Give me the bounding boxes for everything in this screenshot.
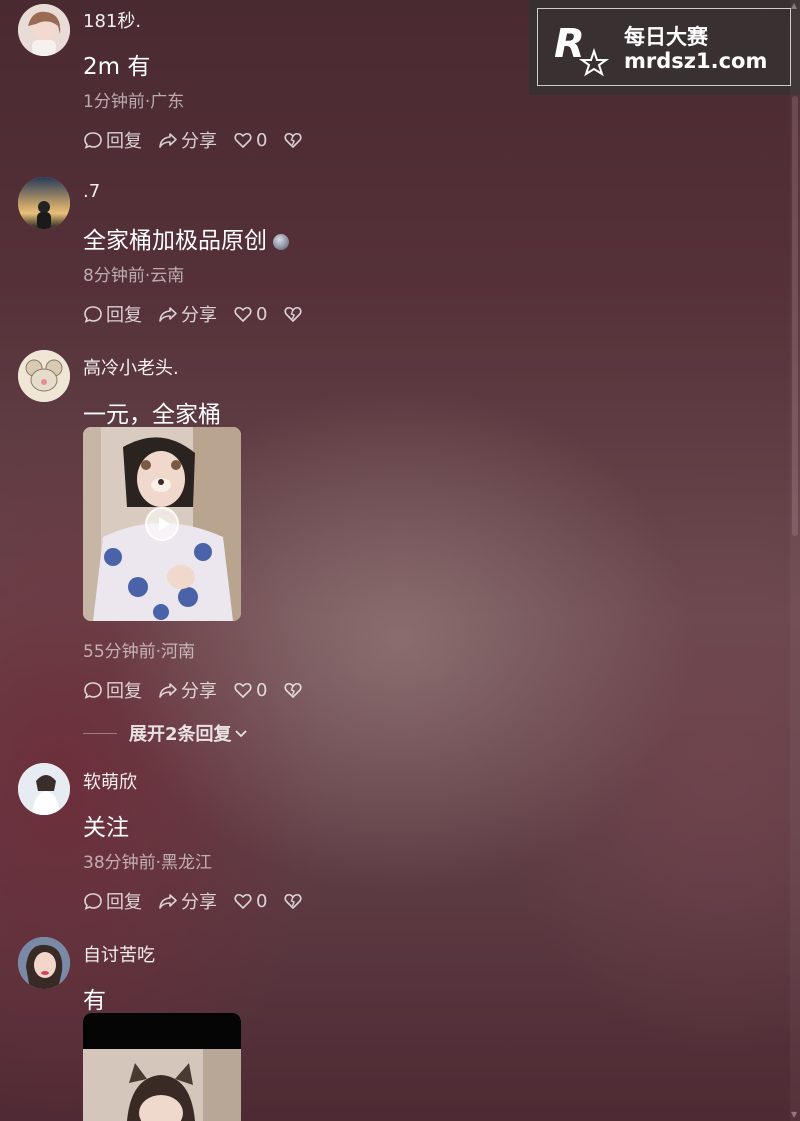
comment-actions: 回复 分享 0	[83, 677, 303, 703]
like-button[interactable]: 0	[233, 891, 267, 912]
svg-text:R: R	[554, 21, 585, 67]
share-arrow-icon	[159, 133, 177, 148]
comment-actions: 回复 分享 0	[83, 888, 303, 914]
avatar[interactable]	[18, 937, 70, 989]
like-button[interactable]: 0	[233, 680, 267, 701]
comment-text-value: 全家桶加极品原创	[83, 228, 267, 254]
comment-meta: 38分钟前·黑龙江	[83, 853, 213, 873]
broken-heart-icon	[284, 306, 303, 322]
broken-heart-icon	[284, 682, 303, 698]
reply-button[interactable]: 回复	[83, 888, 142, 914]
like-count: 0	[256, 679, 268, 701]
chat-bubble-icon	[84, 893, 102, 910]
comment-meta: 55分钟前·河南	[83, 642, 196, 662]
username[interactable]: .7	[83, 181, 100, 202]
video-thumbnail[interactable]	[83, 427, 241, 621]
share-arrow-icon	[159, 894, 177, 909]
divider-line	[83, 732, 117, 734]
broken-heart-icon	[284, 893, 303, 909]
avatar-girl-selfie-icon	[18, 937, 70, 989]
comment-text: 有	[83, 988, 106, 1014]
share-label: 分享	[181, 131, 217, 152]
share-label: 分享	[181, 681, 217, 702]
watermark-overlay: R 每日大赛 mrdsz1.com	[529, 0, 800, 95]
reply-button[interactable]: 回复	[83, 301, 142, 327]
reply-label: 回复	[106, 131, 142, 152]
avatar[interactable]	[18, 4, 70, 56]
share-label: 分享	[181, 892, 217, 913]
expand-replies-label: 展开2条回复	[129, 724, 232, 745]
share-button[interactable]: 分享	[158, 127, 217, 153]
scrollbar[interactable]: ▲ ▼	[790, 0, 800, 1121]
reply-button[interactable]: 回复	[83, 677, 142, 703]
reply-label: 回复	[106, 681, 142, 702]
share-button[interactable]: 分享	[158, 301, 217, 327]
chat-bubble-icon	[84, 306, 102, 323]
like-count: 0	[256, 303, 268, 325]
username[interactable]: 软萌欣	[83, 768, 137, 794]
watermark-domain: mrdsz1.com	[624, 49, 768, 73]
comment-meta: 1分钟前·广东	[83, 92, 185, 112]
share-arrow-icon	[159, 307, 177, 322]
scrollbar-thumb[interactable]	[792, 96, 798, 536]
avatar[interactable]	[18, 763, 70, 815]
heart-icon	[234, 893, 252, 909]
username[interactable]: 自讨苦吃	[83, 941, 155, 967]
like-count: 0	[256, 129, 268, 151]
expand-replies-button[interactable]: 展开2条回复	[83, 720, 248, 746]
username[interactable]: 高冷小老头.	[83, 354, 179, 380]
heart-icon	[234, 682, 252, 698]
comment-actions: 回复 分享 0	[83, 301, 303, 327]
watermark-logo-icon: R	[554, 21, 610, 77]
username[interactable]: 181秒.	[83, 7, 141, 33]
like-button[interactable]: 0	[233, 130, 267, 151]
heart-icon	[234, 132, 252, 148]
dislike-button[interactable]	[283, 891, 303, 911]
comment-text: 全家桶加极品原创	[83, 221, 289, 255]
comment-text: 2m 有	[83, 54, 151, 80]
share-label: 分享	[181, 305, 217, 326]
reply-button[interactable]: 回复	[83, 127, 142, 153]
watermark-frame: R 每日大赛 mrdsz1.com	[537, 8, 791, 86]
broken-heart-icon	[284, 132, 303, 148]
like-count: 0	[256, 890, 268, 912]
chevron-down-icon	[234, 730, 247, 738]
avatar[interactable]	[18, 350, 70, 402]
play-icon[interactable]	[145, 507, 179, 541]
comment-actions: 回复 分享 0	[83, 127, 303, 153]
reply-label: 回复	[106, 892, 142, 913]
moon-emoji-icon	[273, 233, 289, 250]
reply-label: 回复	[106, 305, 142, 326]
share-button[interactable]: 分享	[158, 677, 217, 703]
avatar-girl-icon	[18, 4, 70, 56]
share-arrow-icon	[159, 683, 177, 698]
avatar-cartoon-mouse-icon	[18, 350, 70, 402]
avatar[interactable]	[18, 177, 70, 229]
avatar-sunset-icon	[18, 177, 70, 229]
avatar-girl-white-dress-icon	[18, 763, 70, 815]
dislike-button[interactable]	[283, 680, 303, 700]
scroll-up-icon[interactable]: ▲	[791, 2, 799, 10]
video-thumbnail[interactable]	[83, 1013, 241, 1121]
comment-text: 一元，全家桶	[83, 402, 221, 428]
comment-meta: 8分钟前·云南	[83, 266, 185, 286]
chat-bubble-icon	[84, 132, 102, 149]
heart-icon	[234, 306, 252, 322]
scroll-down-icon[interactable]: ▼	[791, 1111, 799, 1119]
share-button[interactable]: 分享	[158, 888, 217, 914]
dislike-button[interactable]	[283, 130, 303, 150]
watermark-title: 每日大赛	[624, 25, 708, 49]
video-preview-image	[83, 1013, 241, 1121]
like-button[interactable]: 0	[233, 304, 267, 325]
dislike-button[interactable]	[283, 304, 303, 324]
chat-bubble-icon	[84, 682, 102, 699]
comment-text: 关注	[83, 815, 129, 841]
